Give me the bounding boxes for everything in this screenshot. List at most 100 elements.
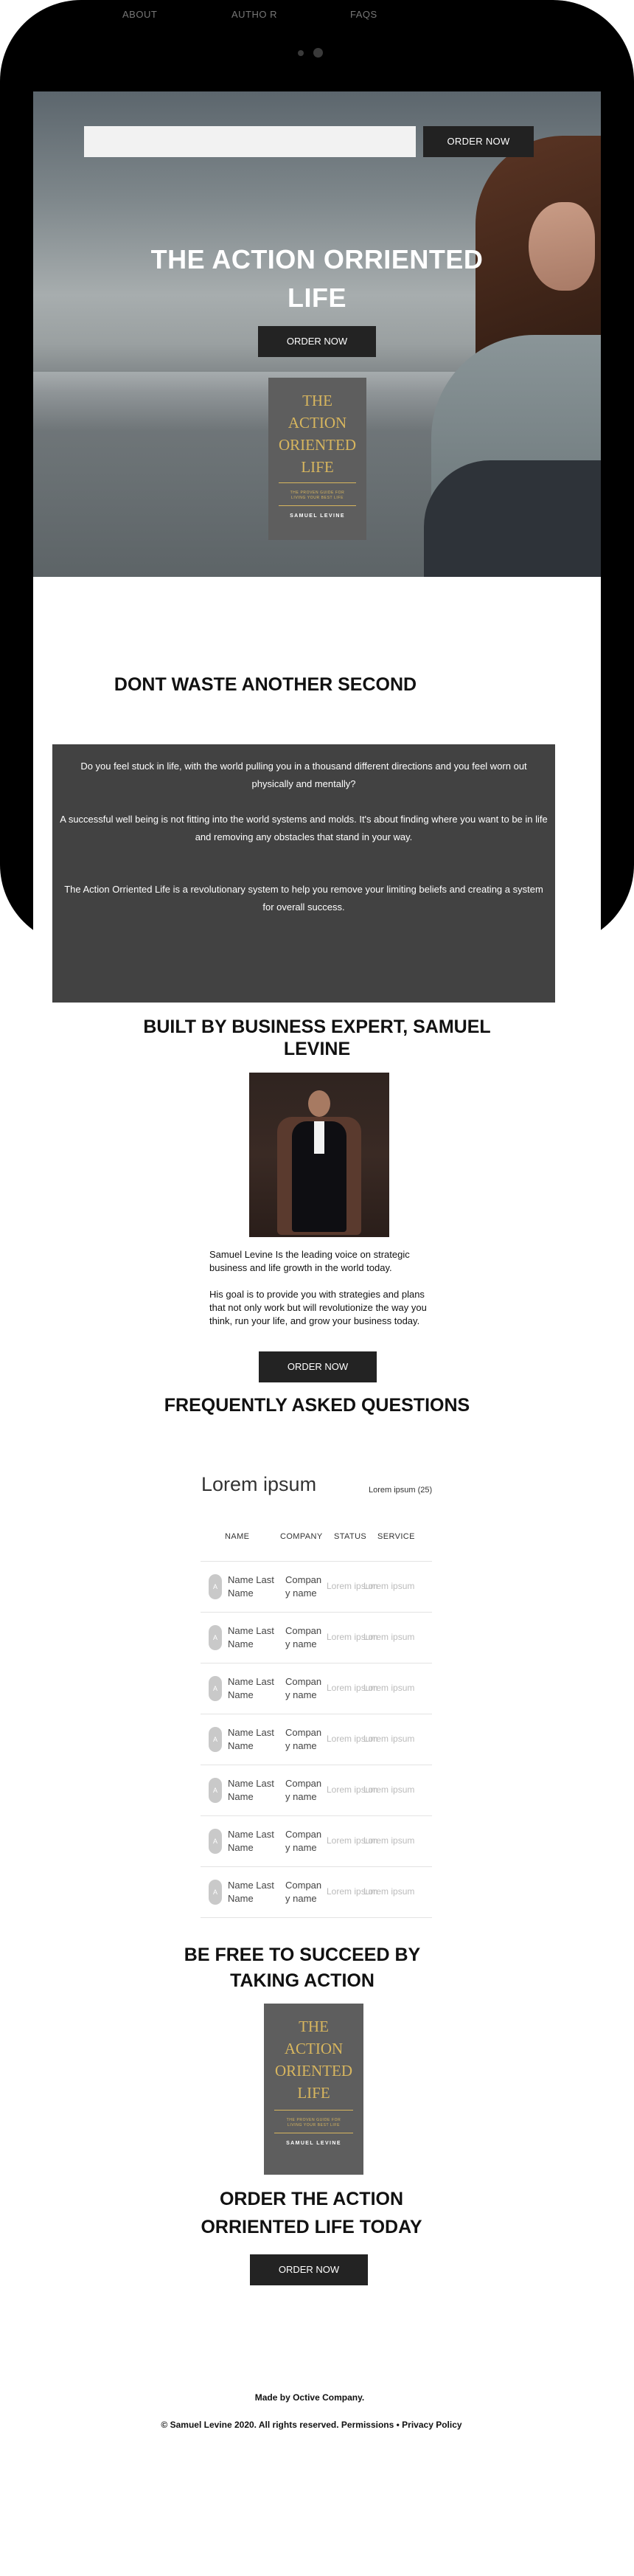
author-heading-line-1: BUILT BY BUSINESS EXPERT, SAMUEL xyxy=(143,1017,491,1037)
avatar: A xyxy=(209,1880,222,1905)
table-row[interactable]: A Name Last Name Compan y name Lorem ips… xyxy=(201,1816,432,1867)
table-row[interactable]: A Name Last Name Compan y name Lorem ips… xyxy=(201,1714,432,1765)
row-name: Name Last Name xyxy=(228,1778,274,1802)
top-nav xyxy=(84,126,416,157)
book-subtitle-line-2: LIVING YOUR BEST LIFE xyxy=(287,2123,341,2127)
row-company: Compan y name xyxy=(285,1574,322,1599)
book-title-line-2: ACTION xyxy=(284,2040,344,2057)
book-subtitle: THE PROVEN GUIDE FOR LIVING YOUR BEST LI… xyxy=(274,2118,353,2128)
book-title-line-1: THE xyxy=(299,2018,329,2035)
table-title: Lorem ipsum xyxy=(201,1473,317,1495)
author-bio-1: Samuel Levine Is the leading voice on st… xyxy=(209,1249,410,1273)
footer-made-by: Made by Octive Company. xyxy=(254,2392,365,2403)
book-title-line-4: LIFE xyxy=(301,458,334,476)
avatar: A xyxy=(209,1829,222,1854)
hero-woman-coat xyxy=(424,460,601,577)
table-row[interactable]: A Name Last Name Compan y name Lorem ips… xyxy=(201,1867,432,1918)
table-row[interactable]: A Name Last Name Compan y name Lorem ips… xyxy=(201,1613,432,1663)
row-service: Lorem ipsum xyxy=(363,1683,415,1693)
row-name: Name Last Name xyxy=(228,1676,274,1700)
final-order-now-button[interactable]: ORDER NOW xyxy=(250,2254,368,2285)
row-company: Compan y name xyxy=(285,1829,322,1853)
avatar: A xyxy=(209,1625,222,1650)
column-header-name[interactable]: NAME xyxy=(225,1532,249,1541)
cta-heading-line-1: BE FREE TO SUCCEED BY xyxy=(184,1945,421,1965)
avatar: A xyxy=(209,1727,222,1752)
avatar: A xyxy=(209,1676,222,1701)
avatar: A xyxy=(209,1574,222,1599)
row-service: Lorem ipsum xyxy=(363,1632,415,1642)
column-header-company[interactable]: COMPANY xyxy=(280,1532,323,1541)
book-title-line-4: LIFE xyxy=(297,2084,330,2102)
row-name: Name Last Name xyxy=(228,1829,274,1853)
row-company: Compan y name xyxy=(285,1880,322,1904)
book-title-line-1: THE xyxy=(302,392,332,409)
row-company: Compan y name xyxy=(285,1727,322,1751)
nav-faqs-link[interactable]: FAQS xyxy=(350,9,377,20)
author-order-now-button[interactable]: ORDER NOW xyxy=(259,1351,377,1382)
row-service: Lorem ipsum xyxy=(363,1734,415,1744)
intro-text-panel: Do you feel stuck in life, with the worl… xyxy=(52,744,555,1003)
row-service: Lorem ipsum xyxy=(363,1784,415,1795)
footer-book-cover: THE ACTION ORIENTED LIFE THE PROVEN GUID… xyxy=(264,2004,363,2175)
book-title-line-3: ORIENTED xyxy=(279,436,356,454)
order-heading-line-2: ORRIENTED LIFE TODAY xyxy=(201,2217,422,2237)
book-subtitle-line-1: THE PROVEN GUIDE FOR xyxy=(286,2118,341,2122)
table-row[interactable]: A Name Last Name Compan y name Lorem ips… xyxy=(201,1663,432,1714)
camera-dot-icon xyxy=(298,50,304,56)
avatar: A xyxy=(209,1778,222,1803)
faq-heading: FREQUENTLY ASKED QUESTIONS xyxy=(164,1395,470,1416)
author-heading-line-2: LEVINE xyxy=(283,1039,351,1059)
table-row[interactable]: A Name Last Name Compan y name Lorem ips… xyxy=(201,1765,432,1816)
waste-heading: DONT WASTE ANOTHER SECOND xyxy=(114,674,417,695)
book-author: SAMUEL LEVINE xyxy=(286,2141,341,2146)
row-company: Compan y name xyxy=(285,1625,322,1649)
column-header-service[interactable]: SERVICE xyxy=(377,1532,415,1541)
row-name: Name Last Name xyxy=(228,1880,274,1904)
intro-paragraph-2: A successful well being is not fitting i… xyxy=(60,814,548,842)
book-subtitle: THE PROVEN GUIDE FOR LIVING YOUR BEST LI… xyxy=(279,491,356,501)
table-count: Lorem ipsum (25) xyxy=(369,1486,433,1495)
cta-heading: BE FREE TO SUCCEED BY TAKING ACTION xyxy=(0,1942,605,1994)
row-name: Name Last Name xyxy=(228,1625,274,1649)
author-heading: BUILT BY BUSINESS EXPERT, SAMUEL LEVINE xyxy=(0,1016,634,1060)
book-author: SAMUEL LEVINE xyxy=(290,513,345,519)
book-divider xyxy=(279,505,356,506)
portrait-head xyxy=(308,1090,330,1117)
book-subtitle-line-2: LIVING YOUR BEST LIFE xyxy=(290,496,344,500)
nav-order-now-button[interactable]: ORDER NOW xyxy=(423,126,534,157)
row-company: Compan y name xyxy=(285,1778,322,1802)
row-company: Compan y name xyxy=(285,1676,322,1700)
nav-author-link[interactable]: AUTHO R xyxy=(231,9,277,20)
hero-order-now-button[interactable]: ORDER NOW xyxy=(258,326,376,357)
book-title: THE ACTION ORIENTED LIFE xyxy=(264,2015,363,2104)
order-heading-line-1: ORDER THE ACTION xyxy=(219,2189,404,2209)
row-name: Name Last Name xyxy=(228,1727,274,1751)
portrait-shirt xyxy=(314,1121,324,1154)
row-service: Lorem ipsum xyxy=(363,1581,415,1591)
book-title-line-2: ACTION xyxy=(288,414,347,432)
intro-paragraph-3: The Action Orriented Life is a revolutio… xyxy=(64,884,543,913)
row-service: Lorem ipsum xyxy=(363,1886,415,1897)
nav-about-link[interactable]: ABOUT xyxy=(122,9,157,20)
table-row[interactable]: A Name Last Name Compan y name Lorem ips… xyxy=(201,1562,432,1613)
book-title-line-3: ORIENTED xyxy=(275,2062,352,2080)
order-heading: ORDER THE ACTION ORRIENTED LIFE TODAY xyxy=(0,2185,623,2241)
book-divider xyxy=(274,2110,353,2111)
hero-title-line-1: THE ACTION ORRIENTED xyxy=(150,244,484,274)
hero-book-cover: THE ACTION ORIENTED LIFE THE PROVEN GUID… xyxy=(268,378,366,540)
camera-lens-icon xyxy=(313,48,323,58)
author-bio-2: His goal is to provide you with strategi… xyxy=(209,1289,427,1326)
book-divider xyxy=(279,482,356,483)
footer-copyright[interactable]: © Samuel Levine 2020. All rights reserve… xyxy=(0,2420,623,2430)
book-subtitle-line-1: THE PROVEN GUIDE FOR xyxy=(290,491,345,495)
book-title: THE ACTION ORIENTED LIFE xyxy=(268,389,366,478)
column-header-status[interactable]: STATUS xyxy=(334,1532,366,1541)
row-service: Lorem ipsum xyxy=(363,1835,415,1846)
cta-heading-line-2: TAKING ACTION xyxy=(230,1970,375,1991)
hero-title-line-2: LIFE xyxy=(288,283,346,313)
intro-paragraph-1: Do you feel stuck in life, with the worl… xyxy=(80,761,527,789)
row-name: Name Last Name xyxy=(228,1574,274,1599)
hero-title: THE ACTION ORRIENTED LIFE xyxy=(33,240,601,317)
author-portrait xyxy=(249,1073,389,1237)
